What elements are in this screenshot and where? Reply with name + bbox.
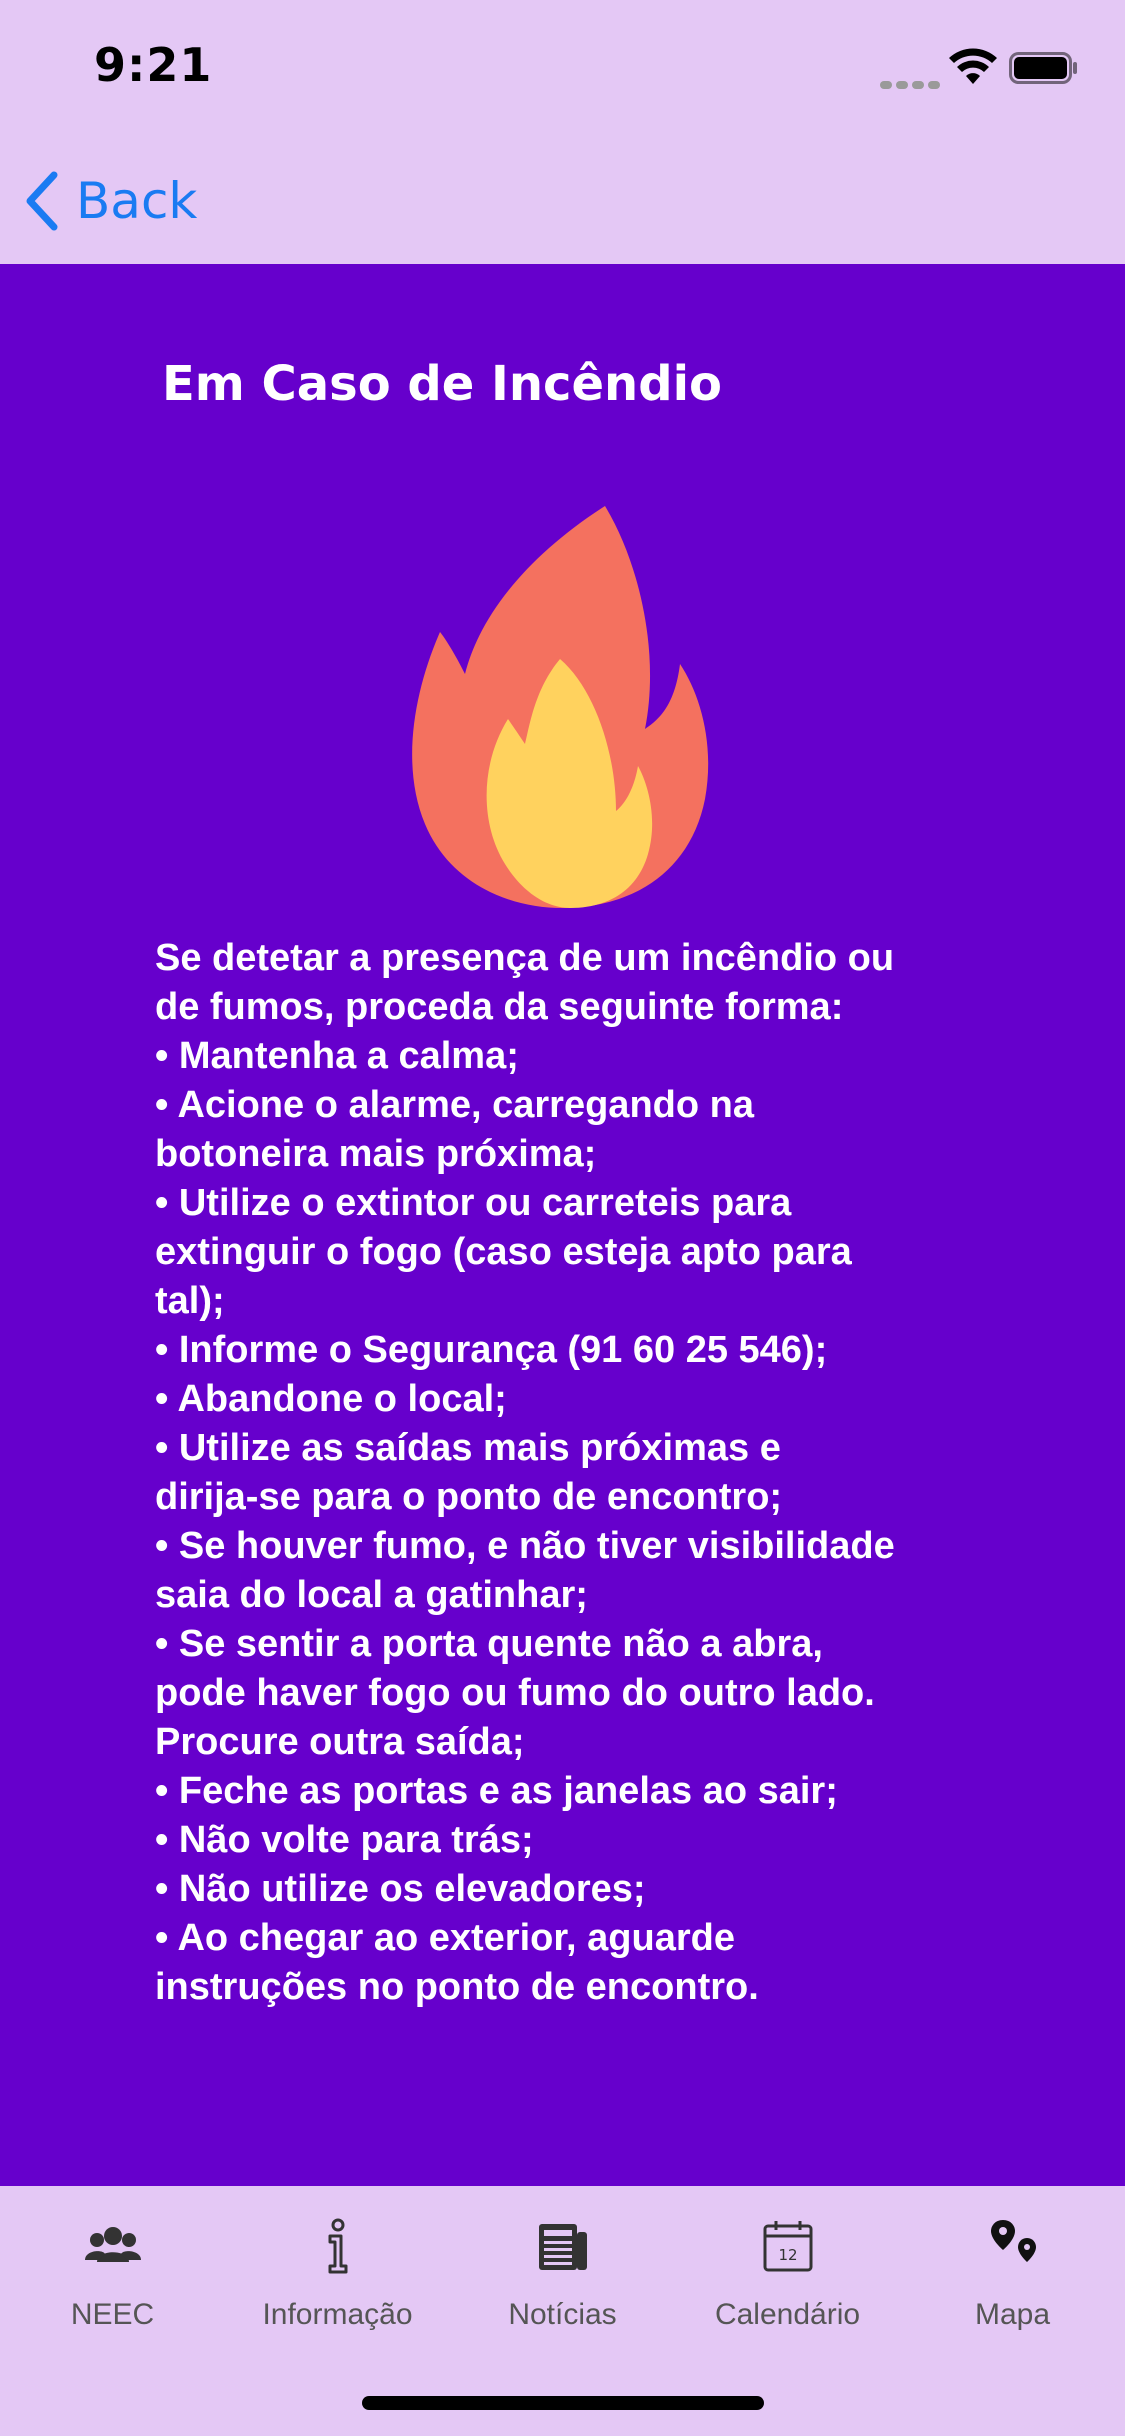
fire-instructions-panel: Em Caso de Incêndio Se detetar a presenç…	[0, 264, 1125, 2186]
instruction-line: • Não utilize os elevadores;	[155, 1868, 646, 1910]
instruction-line: tal);	[155, 1280, 225, 1322]
instruction-line: dirija-se para o ponto de encontro;	[155, 1476, 783, 1518]
instruction-line: • Mantenha a calma;	[155, 1035, 519, 1077]
tab-label: Mapa	[974, 2298, 1051, 2331]
tab-mapa[interactable]: Mapa	[900, 2216, 1125, 2366]
instruction-line: • Utilize o extintor ou carreteis para	[155, 1182, 792, 1224]
home-indicator[interactable]	[362, 2396, 764, 2410]
page-title: Em Caso de Incêndio	[162, 356, 723, 412]
fire-icon	[412, 506, 709, 908]
calendar-icon: 12	[763, 2221, 812, 2272]
tab-label: Notícias	[508, 2298, 617, 2331]
instructions-text: Se detetar a presença de um incêndio ou …	[155, 934, 995, 2012]
back-button[interactable]: Back	[22, 166, 197, 236]
instruction-line: • Informe o Segurança (91 60 25 546);	[155, 1329, 828, 1371]
instruction-line: extinguir o fogo (caso esteja apto para	[155, 1231, 852, 1273]
instruction-line: Se detetar a presença de um incêndio ou	[155, 937, 895, 979]
instruction-line: de fumos, proceda da seguinte forma:	[155, 986, 844, 1028]
instruction-line: instruções no ponto de encontro.	[155, 1966, 759, 2008]
info-icon	[328, 2218, 347, 2274]
instruction-line: • Se sentir a porta quente não a abra,	[155, 1623, 823, 1665]
instruction-line: pode haver fogo ou fumo do outro lado.	[155, 1672, 875, 1714]
instruction-line: • Acione o alarme, carregando na	[155, 1084, 754, 1126]
back-label: Back	[76, 172, 198, 230]
tab-neec[interactable]: NEEC	[0, 2216, 225, 2366]
tab-label: Calendário	[714, 2298, 861, 2331]
cellular-signal-icon	[880, 74, 944, 93]
wifi-icon	[949, 48, 997, 84]
tab-informacao[interactable]: Informação	[225, 2216, 450, 2366]
tab-label: NEEC	[70, 2298, 155, 2331]
group-icon	[84, 2227, 141, 2262]
chevron-left-icon	[26, 171, 58, 231]
instruction-line: • Se houver fumo, e não tiver visibilida…	[155, 1525, 895, 1567]
instruction-line: Procure outra saída;	[155, 1721, 525, 1763]
navigation-bar: Back	[0, 140, 1125, 264]
tab-label: Informação	[262, 2298, 413, 2331]
tab-calendario[interactable]: 12 Calendário	[675, 2216, 900, 2366]
instruction-line: • Não volte para trás;	[155, 1819, 534, 1861]
newspaper-icon	[538, 2224, 587, 2270]
instruction-line: saia do local a gatinhar;	[155, 1574, 588, 1616]
map-pins-icon	[990, 2220, 1036, 2262]
instruction-line: • Abandone o local;	[155, 1378, 507, 1420]
instruction-line: botoneira mais próxima;	[155, 1133, 597, 1175]
status-bar: 9:21	[0, 0, 1125, 140]
instruction-line: • Feche as portas e as janelas ao sair;	[155, 1770, 838, 1812]
tab-noticias[interactable]: Notícias	[450, 2216, 675, 2366]
status-time: 9:21	[94, 38, 213, 92]
battery-icon	[1009, 52, 1077, 84]
instruction-line: • Utilize as saídas mais próximas e	[155, 1427, 781, 1469]
instruction-line: • Ao chegar ao exterior, aguarde	[155, 1917, 735, 1959]
calendar-day: 12	[778, 2246, 797, 2264]
